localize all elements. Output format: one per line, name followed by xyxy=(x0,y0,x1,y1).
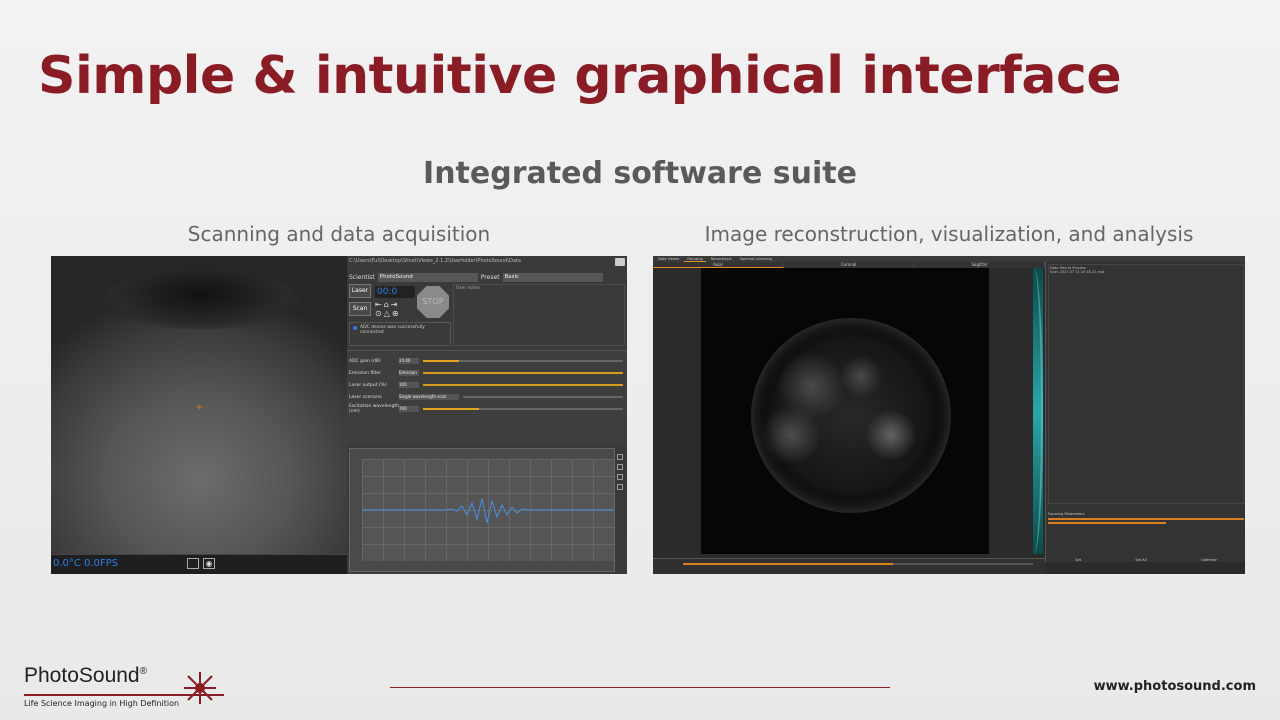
user-notes-label: User notes xyxy=(456,286,481,291)
camera-icon[interactable]: ◉ xyxy=(203,558,215,569)
scan-timer: 00:0 xyxy=(375,286,415,298)
preset-field[interactable]: Basic xyxy=(502,272,603,282)
scientist-label: Scientist xyxy=(349,273,375,281)
focusing-params: Focusing Parameters xyxy=(1048,512,1244,524)
scientist-field[interactable]: PhotoSound xyxy=(377,272,478,282)
pan-icon[interactable] xyxy=(617,484,623,490)
zoom-in-icon[interactable] xyxy=(617,454,623,460)
param-row: Laser scenario Single wavelength scan xyxy=(349,393,623,401)
set-all-button[interactable]: Set All xyxy=(1135,558,1146,562)
optimize-button[interactable]: Optimize xyxy=(1201,558,1217,562)
reconstruction-screenshot: Data Viewer Focusing Reconstruct Spectra… xyxy=(653,256,1245,574)
data-path: C:\Users\Ful\Desktop\Silvet\Views_2.1.2\… xyxy=(349,258,521,264)
param-slider[interactable] xyxy=(423,372,623,374)
param-slider[interactable] xyxy=(463,396,623,398)
plot-toolbar xyxy=(617,454,625,494)
user-notes-box[interactable]: User notes xyxy=(453,284,625,346)
param-label: Emission filter xyxy=(349,370,381,376)
acquisition-screenshot: + 0.0°C 0.0FPS ◉ C:\Users\Ful\Desktop\Si… xyxy=(51,256,627,574)
brand-name: PhotoSound® xyxy=(24,664,147,687)
folder-icon[interactable] xyxy=(615,258,625,266)
footer-divider xyxy=(390,687,890,688)
signal-waveform xyxy=(362,498,614,524)
param-value[interactable]: 100 xyxy=(399,382,419,388)
param-slider[interactable] xyxy=(423,384,623,386)
motion-controls[interactable]: ⇤⌂⇥ ⊙△⊕ xyxy=(375,300,415,318)
info-icon xyxy=(353,326,357,330)
set-button[interactable]: Set xyxy=(1075,558,1081,562)
param-slider[interactable] xyxy=(1048,518,1244,520)
param-slider[interactable] xyxy=(423,360,623,362)
scan-button[interactable]: Scan xyxy=(349,302,371,316)
laser-button[interactable]: Laser xyxy=(349,284,371,298)
param-label: Laser scenario xyxy=(349,394,382,400)
param-row: Emission filter Emission xyxy=(349,369,623,377)
processing-panel: Data files to Process Scan 2021 07 21 16… xyxy=(1045,262,1245,562)
window-icon[interactable] xyxy=(187,558,199,569)
param-value[interactable]: Emission xyxy=(399,370,419,376)
zoom-out-icon[interactable] xyxy=(617,464,623,470)
param-row: ADC gain (dB) 24.00 xyxy=(349,357,623,365)
slice-slider[interactable] xyxy=(653,558,1045,574)
param-row: Excitation wavelength (nm) 700 xyxy=(349,404,623,414)
slide-title: Simple & intuitive graphical interface xyxy=(38,46,1122,106)
focusing-buttons: Set Set All Optimize xyxy=(1048,558,1244,562)
fit-icon[interactable] xyxy=(617,474,623,480)
caption-acquisition: Scanning and data acquisition xyxy=(187,222,491,246)
reconstruction-image[interactable] xyxy=(701,268,989,554)
camera-dark-region xyxy=(101,270,301,330)
slide-subtitle: Integrated software suite xyxy=(423,156,857,191)
camera-status-bar: 0.0°C 0.0FPS ◉ xyxy=(51,554,347,574)
brand-logo: PhotoSound® Life Science Imaging in High… xyxy=(24,664,224,708)
laser-star-icon xyxy=(184,672,216,704)
param-row: Laser output (%) 100 xyxy=(349,381,623,389)
list-item[interactable]: Scan 2021 07 21 16 48 22.mat xyxy=(1050,270,1242,274)
param-slider[interactable] xyxy=(423,408,623,410)
acquisition-control-panel: C:\Users\Ful\Desktop\Silvet\Views_2.1.2\… xyxy=(347,256,627,574)
param-label: Excitation wavelength (nm) xyxy=(349,404,399,414)
param-value[interactable]: 24.00 xyxy=(399,358,419,364)
histogram-curve[interactable] xyxy=(1025,268,1043,554)
camera-view: + 0.0°C 0.0FPS ◉ xyxy=(51,256,347,574)
status-message: ADC device was successfully connected xyxy=(360,325,425,335)
status-message-box: ADC device was successfully connected xyxy=(349,322,451,346)
params-header: Focusing Parameters xyxy=(1048,512,1085,516)
stop-button[interactable]: STOP xyxy=(417,286,449,318)
crosshair-icon: + xyxy=(195,402,204,413)
website-url[interactable]: www.photosound.com xyxy=(1094,679,1256,694)
tissue-cross-section xyxy=(751,318,951,513)
param-value[interactable]: 700 xyxy=(399,406,419,412)
param-label: ADC gain (dB) xyxy=(349,358,381,364)
signal-plot-area xyxy=(362,459,614,561)
signal-plot[interactable] xyxy=(349,448,615,572)
param-slider[interactable] xyxy=(1048,522,1166,524)
session-row: Scientist PhotoSound Preset Basic xyxy=(349,272,625,282)
signal-trace xyxy=(362,498,614,524)
param-label: Laser output (%) xyxy=(349,382,387,388)
slice-track[interactable] xyxy=(683,563,1033,565)
acquisition-params: ADC gain (dB) 24.00 Emission filter Emis… xyxy=(347,350,627,444)
caption-reconstruction: Image reconstruction, visualization, and… xyxy=(704,222,1194,246)
preset-label: Preset xyxy=(480,273,500,281)
data-file-list[interactable]: Data files to Process Scan 2021 07 21 16… xyxy=(1048,264,1244,504)
param-value[interactable]: Single wavelength scan xyxy=(399,394,459,400)
fps-readout: 0.0°C 0.0FPS xyxy=(53,558,119,569)
